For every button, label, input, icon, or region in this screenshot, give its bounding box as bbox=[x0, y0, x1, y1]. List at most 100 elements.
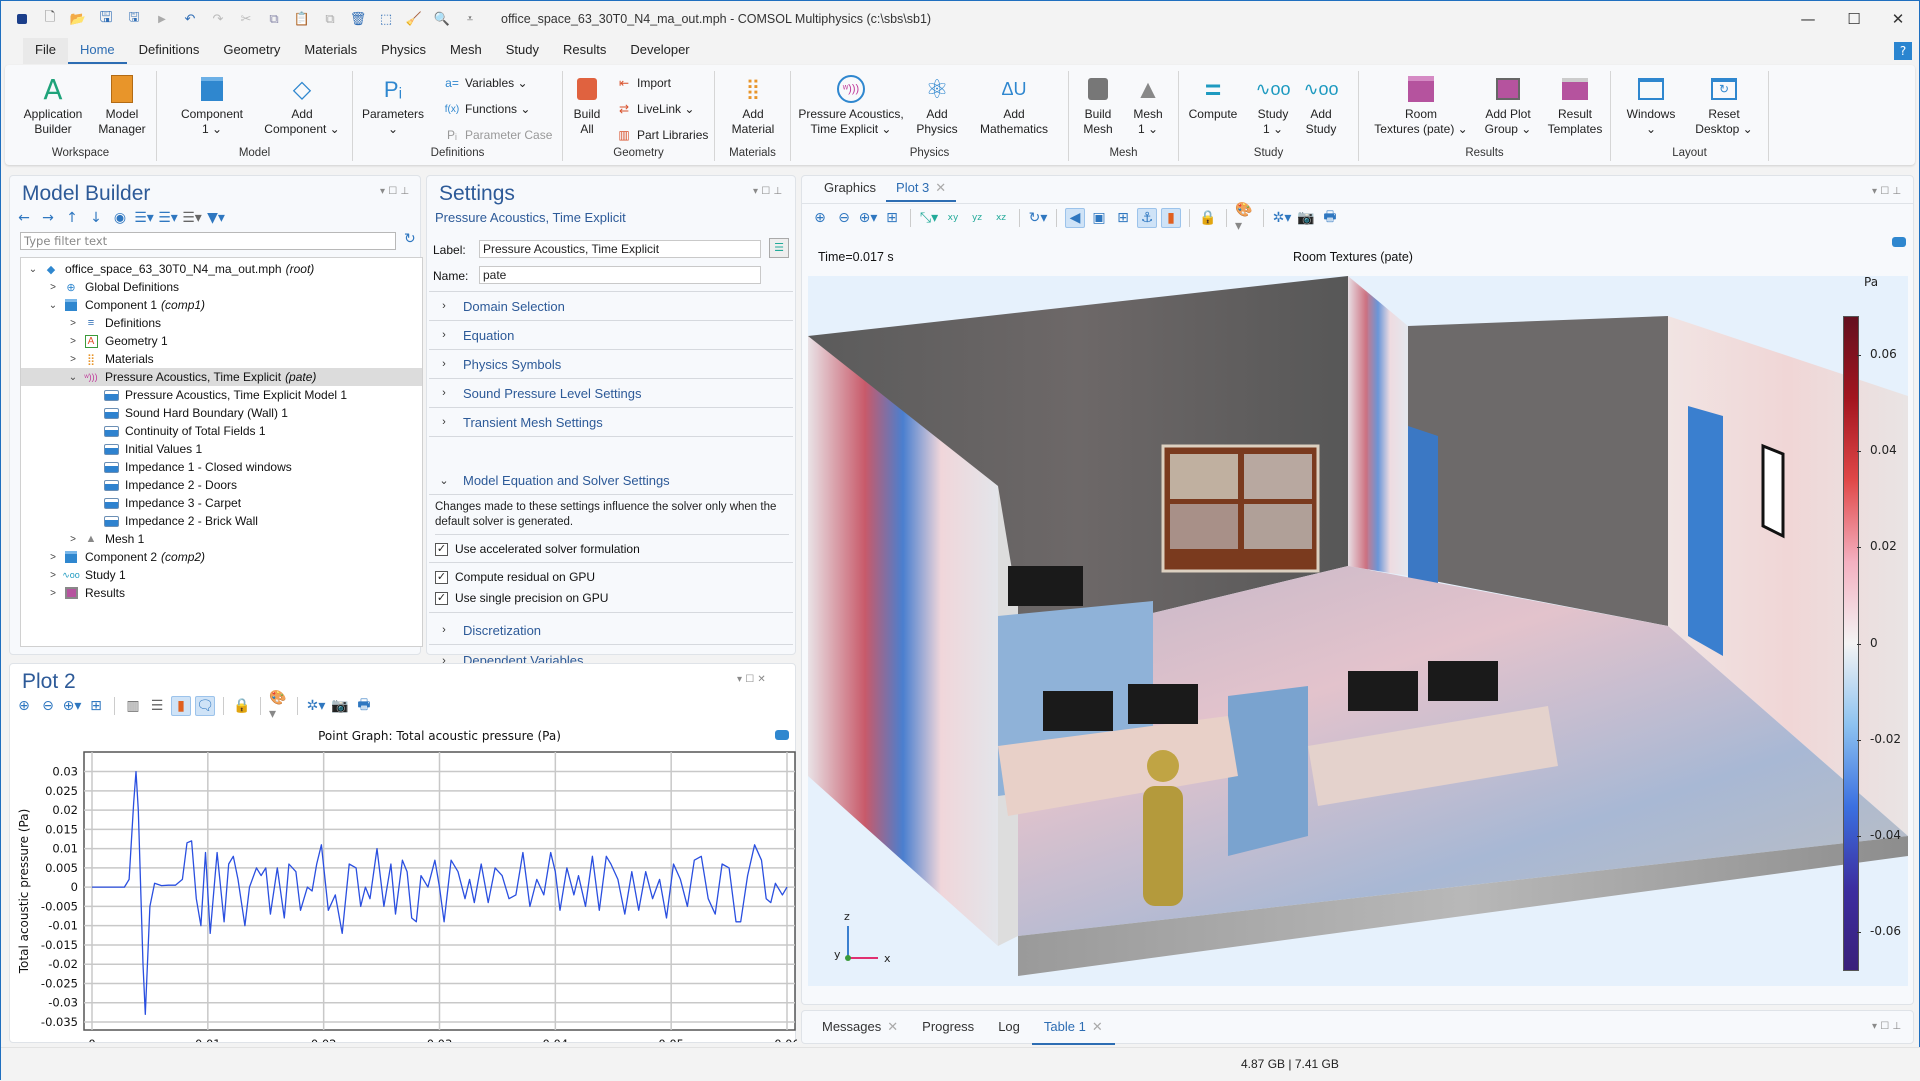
model-manager-button[interactable]: Model Manager bbox=[93, 73, 151, 137]
paste-icon[interactable]: 📋 bbox=[291, 8, 313, 30]
livelink-button[interactable]: ⇄ LiveLink ⌄ bbox=[615, 102, 694, 116]
tree-node[interactable]: > ⣿ Materials bbox=[21, 350, 422, 368]
menu-tab-results[interactable]: Results bbox=[551, 38, 618, 64]
minimize-button[interactable]: — bbox=[1785, 1, 1831, 37]
scene-light-toggle-icon[interactable]: ◀ bbox=[1065, 208, 1085, 228]
section-equation[interactable]: › Equation bbox=[429, 321, 793, 350]
xy-view-icon[interactable]: xy bbox=[943, 208, 963, 228]
zoom-extents-icon[interactable]: ⊞ bbox=[86, 696, 106, 716]
add-plot-group-button[interactable]: Add Plot Group ⌄ bbox=[1477, 73, 1539, 137]
help-button[interactable]: ? bbox=[1894, 42, 1912, 60]
application-builder-button[interactable]: A Application Builder bbox=[17, 73, 89, 137]
menu-tab-physics[interactable]: Physics bbox=[369, 38, 438, 64]
tree-node[interactable]: ⌄ ʷ))) Pressure Acoustics, Time Explicit (p… bbox=[21, 368, 422, 386]
menu-tab-geometry[interactable]: Geometry bbox=[211, 38, 292, 64]
list-view-icon[interactable]: ☰▾ bbox=[182, 208, 202, 228]
room-textures-button[interactable]: Room Textures (pate) ⌄ bbox=[1371, 73, 1471, 137]
menu-tab-home[interactable]: Home bbox=[67, 38, 127, 64]
tree-node[interactable]: > A Geometry 1 bbox=[21, 332, 422, 350]
forward-icon[interactable]: → bbox=[38, 208, 58, 228]
palette-icon[interactable]: 🎨▾ bbox=[269, 690, 289, 722]
chevron-right-icon[interactable]: > bbox=[47, 282, 59, 293]
customize-icon[interactable]: ⩡ bbox=[459, 8, 481, 30]
tab-messages[interactable]: Messages ✕ bbox=[810, 1011, 910, 1045]
move-up-icon[interactable]: ↑ bbox=[62, 208, 82, 228]
tree-node[interactable]: Continuity of Total Fields 1 bbox=[21, 422, 422, 440]
section-transient-mesh-settings[interactable]: › Transient Mesh Settings bbox=[429, 408, 793, 437]
tab-table1[interactable]: Table 1 ✕ bbox=[1031, 1011, 1115, 1045]
colorbar-icon[interactable]: ▮ bbox=[1161, 208, 1181, 228]
zoom-out-icon[interactable]: ⊖ bbox=[834, 208, 854, 228]
variables-button[interactable]: a= Variables ⌄ bbox=[443, 76, 527, 90]
maximize-button[interactable]: ☐ bbox=[1831, 1, 1877, 37]
palette-icon[interactable]: 🎨▾ bbox=[1235, 202, 1255, 234]
reset-desktop-button[interactable]: ↻ Reset Desktop ⌄ bbox=[1691, 73, 1757, 137]
add-component-button[interactable]: ◇ Add Component ⌄ bbox=[257, 73, 347, 137]
tree-node[interactable]: Impedance 1 - Closed windows bbox=[21, 458, 422, 476]
camera-icon[interactable]: 📷 bbox=[330, 696, 350, 716]
lock-icon[interactable]: 🔒 bbox=[232, 696, 252, 716]
filter-icon[interactable]: ▼▾ bbox=[206, 208, 226, 228]
find-icon[interactable]: 🔍 bbox=[431, 8, 453, 30]
zoom-box-icon[interactable]: ⊕▾ bbox=[858, 208, 878, 228]
tree-node[interactable]: Sound Hard Boundary (Wall) 1 bbox=[21, 404, 422, 422]
tab-graphics[interactable]: Graphics bbox=[814, 176, 886, 202]
tree-node[interactable]: Impedance 3 - Carpet bbox=[21, 494, 422, 512]
tree-node[interactable]: Initial Values 1 bbox=[21, 440, 422, 458]
tree-node[interactable]: Impedance 2 - Doors bbox=[21, 476, 422, 494]
tree-node[interactable]: Pressure Acoustics, Time Explicit Model … bbox=[21, 386, 422, 404]
section-discretization[interactable]: › Discretization bbox=[429, 616, 793, 645]
print-icon[interactable]: 🖶 bbox=[354, 696, 374, 716]
tree-node[interactable]: > ∿oo Study 1 bbox=[21, 566, 422, 584]
back-icon[interactable]: ← bbox=[14, 208, 34, 228]
build-mesh-button[interactable]: Build Mesh bbox=[1075, 73, 1121, 137]
single-precision-checkbox[interactable]: ✓ Use single precision on GPU bbox=[435, 591, 608, 605]
close-tab-icon[interactable]: ✕ bbox=[1092, 1019, 1103, 1034]
save-icon[interactable]: 🖫 bbox=[95, 8, 117, 30]
mesh-1-button[interactable]: ▲ Mesh 1 ⌄ bbox=[1125, 73, 1171, 137]
close-button[interactable]: ✕ bbox=[1875, 1, 1920, 37]
camera-icon[interactable]: 📷 bbox=[1296, 208, 1316, 228]
section-domain-selection[interactable]: › Domain Selection bbox=[429, 292, 793, 321]
menu-tab-developer[interactable]: Developer bbox=[618, 38, 701, 64]
refresh-icon[interactable]: ↻ bbox=[404, 231, 416, 247]
panel-menu-icon[interactable]: ▾ ☐ ⊥ bbox=[1872, 186, 1901, 197]
axis-orientation-icon[interactable]: ⚓ bbox=[1137, 208, 1157, 228]
expand-sections-icon[interactable]: ☰▾ bbox=[134, 208, 154, 228]
scene-light-icon[interactable]: ✲▾ bbox=[1272, 208, 1292, 228]
zoom-box-icon[interactable]: ⊕▾ bbox=[62, 696, 82, 716]
tree-node[interactable]: > Results bbox=[21, 584, 422, 602]
component-button[interactable]: Component 1 ⌄ bbox=[177, 73, 247, 137]
parameters-button[interactable]: Pᵢ Parameters ⌄ bbox=[359, 73, 427, 137]
tab-progress[interactable]: Progress bbox=[910, 1011, 986, 1045]
xz-view-icon[interactable]: xz bbox=[991, 208, 1011, 228]
panel-menu-icon[interactable]: ▾ ☐ ⊥ bbox=[1872, 1021, 1901, 1032]
rotate-icon[interactable]: ↻▾ bbox=[1028, 208, 1048, 228]
scene-light-icon[interactable]: ✲▾ bbox=[306, 696, 326, 716]
duplicate-icon[interactable]: ⧉ bbox=[319, 8, 341, 30]
add-mathematics-button[interactable]: ΔU Add Mathematics bbox=[971, 73, 1057, 137]
accelerated-solver-checkbox[interactable]: ✓ Use accelerated solver formulation bbox=[435, 542, 640, 556]
panel-menu-icon[interactable]: ▾ ☐ ✕ bbox=[737, 674, 766, 685]
tab-plot3[interactable]: Plot 3 ✕ bbox=[886, 176, 957, 202]
chevron-right-icon[interactable]: > bbox=[67, 534, 79, 545]
cut-icon[interactable]: ✂ bbox=[235, 8, 257, 30]
yz-view-icon[interactable]: yz bbox=[967, 208, 987, 228]
edit-label-button[interactable]: ☰ bbox=[769, 238, 789, 258]
redo-icon[interactable]: ↷ bbox=[207, 8, 229, 30]
pressure-acoustics-button[interactable]: ʷ))) Pressure Acoustics, Time Explicit ⌄ bbox=[795, 73, 907, 137]
tree-node[interactable]: ⌄ ◆ office_space_63_30T0_N4_ma_out.mph (roo… bbox=[21, 260, 422, 278]
menu-tab-study[interactable]: Study bbox=[494, 38, 551, 64]
tree-node[interactable]: > ▲ Mesh 1 bbox=[21, 530, 422, 548]
run-icon[interactable]: ▶ bbox=[151, 8, 173, 30]
chevron-down-icon[interactable]: ⌄ bbox=[47, 300, 59, 311]
label-field[interactable]: Pressure Acoustics, Time Explicit bbox=[479, 240, 761, 258]
zoom-in-icon[interactable]: ⊕ bbox=[14, 696, 34, 716]
colorbar-toggle-icon[interactable] bbox=[1892, 237, 1906, 247]
view-axes-icon[interactable]: ⤡▾ bbox=[919, 208, 939, 228]
tab-log[interactable]: Log bbox=[986, 1011, 1032, 1045]
part-libraries-button[interactable]: ▥ Part Libraries bbox=[615, 128, 708, 142]
open-icon[interactable]: 📂 bbox=[67, 8, 89, 30]
y-grid-icon[interactable]: ☰ bbox=[147, 696, 167, 716]
chevron-right-icon[interactable]: > bbox=[47, 570, 59, 581]
